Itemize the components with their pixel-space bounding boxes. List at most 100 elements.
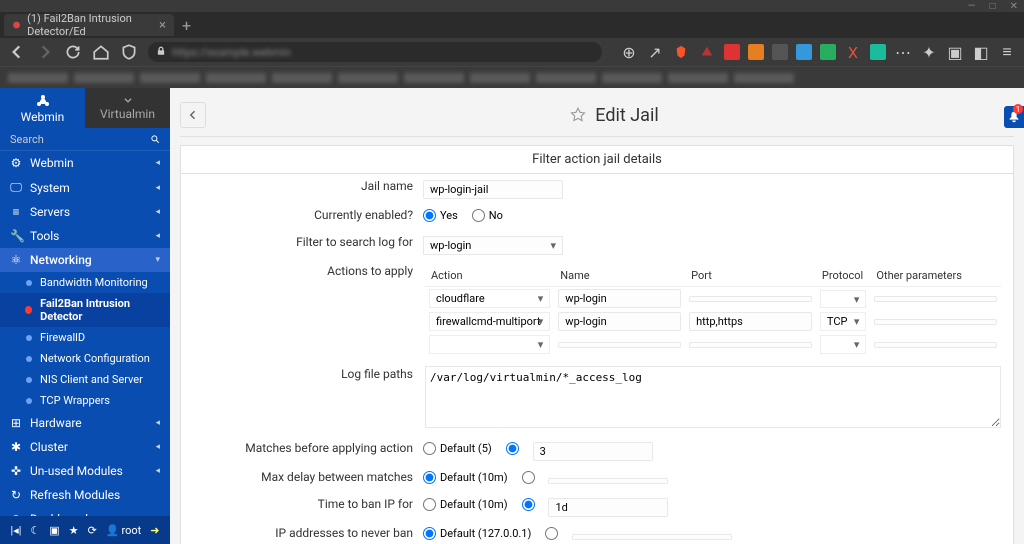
- matches-default-radio[interactable]: Default (5): [423, 442, 492, 455]
- product-logo[interactable]: Webmin: [0, 88, 85, 128]
- other-input[interactable]: [874, 319, 997, 325]
- sidebar-search[interactable]: [0, 128, 170, 151]
- action-select[interactable]: cloudflare: [429, 289, 550, 308]
- bookmark[interactable]: [8, 73, 68, 83]
- bookmark[interactable]: [404, 73, 464, 83]
- maxdelay-custom-radio[interactable]: [522, 471, 535, 484]
- enabled-yes-radio[interactable]: Yes: [423, 209, 458, 222]
- nav-webmin[interactable]: ⚙Webmin◂: [0, 151, 170, 175]
- sidebar-icon[interactable]: ▣: [946, 43, 964, 61]
- window-close[interactable]: ✕: [1010, 1, 1018, 12]
- ignore-custom-radio[interactable]: [545, 527, 558, 540]
- wallet-icon[interactable]: ◧: [972, 43, 990, 61]
- bookmark[interactable]: [470, 73, 530, 83]
- brave-icon[interactable]: [672, 43, 690, 61]
- other-input[interactable]: [874, 296, 997, 302]
- favorite-star-icon[interactable]: [569, 106, 587, 124]
- ext-menu-icon[interactable]: ⋯: [894, 43, 912, 61]
- ext-icon[interactable]: [870, 44, 886, 60]
- bookmark[interactable]: [668, 73, 728, 83]
- window-maximize[interactable]: □: [990, 1, 996, 12]
- action-select[interactable]: firewallcmd-multiport: [429, 312, 550, 331]
- action-port-input[interactable]: [689, 296, 812, 302]
- bookmark[interactable]: [536, 73, 596, 83]
- extensions-icon[interactable]: ✦: [920, 43, 938, 61]
- ext-icon[interactable]: [748, 44, 764, 60]
- action-port-input[interactable]: http,https: [689, 312, 812, 331]
- protocol-select[interactable]: [820, 335, 866, 354]
- protocol-select[interactable]: [820, 290, 866, 308]
- action-name-input[interactable]: wp-login: [558, 289, 681, 308]
- collapse-icon[interactable]: |◂|: [11, 524, 22, 537]
- other-input[interactable]: [874, 342, 997, 348]
- action-name-input[interactable]: [558, 342, 681, 348]
- enabled-no-radio[interactable]: No: [472, 209, 503, 222]
- matches-custom-radio[interactable]: [506, 442, 519, 455]
- window-minimize[interactable]: —: [968, 1, 976, 12]
- maxdelay-default-radio[interactable]: Default (10m): [423, 471, 508, 484]
- nav-hardware[interactable]: ⊞Hardware◂: [0, 411, 170, 435]
- bookmark[interactable]: [602, 73, 662, 83]
- nav-dashboard[interactable]: ◉Dashboard: [0, 507, 170, 516]
- star-icon[interactable]: ★: [69, 524, 79, 537]
- nav-cluster[interactable]: ✱Cluster◂: [0, 435, 170, 459]
- browser-tab[interactable]: (1) Fail2Ban Intrusion Detector/Ed ×: [4, 14, 174, 36]
- bookmark[interactable]: [140, 73, 200, 83]
- subnav-network-config[interactable]: Network Configuration: [0, 348, 170, 369]
- ext-icon[interactable]: ↗: [646, 43, 664, 61]
- log-paths-textarea[interactable]: [425, 366, 1001, 428]
- ext-icon[interactable]: [796, 44, 812, 60]
- bookmark[interactable]: [206, 73, 266, 83]
- subnav-firewalld[interactable]: FirewallD: [0, 327, 170, 348]
- menu-icon[interactable]: ≡: [998, 43, 1016, 61]
- action-port-input[interactable]: [689, 342, 812, 348]
- filter-select[interactable]: wp-login: [423, 236, 563, 255]
- matches-input[interactable]: 3: [533, 442, 653, 461]
- bookmark[interactable]: [74, 73, 134, 83]
- subnav-fail2ban[interactable]: Fail2Ban Intrusion Detector: [0, 293, 170, 327]
- bantime-input[interactable]: 1d: [548, 498, 668, 517]
- nav-reload-icon[interactable]: [64, 43, 82, 61]
- terminal-icon[interactable]: ▣: [49, 524, 59, 537]
- nav-unused[interactable]: ✜Un-used Modules◂: [0, 459, 170, 483]
- page-back-button[interactable]: [180, 102, 206, 128]
- bookmark[interactable]: [272, 73, 332, 83]
- nav-shield-icon[interactable]: [120, 43, 138, 61]
- ext-icon[interactable]: [724, 44, 740, 60]
- subnav-tcp-wrappers[interactable]: TCP Wrappers: [0, 390, 170, 411]
- nav-forward-icon[interactable]: [36, 43, 54, 61]
- subnav-bandwidth[interactable]: Bandwidth Monitoring: [0, 272, 170, 293]
- ext-icon[interactable]: [698, 43, 716, 61]
- new-tab-button[interactable]: +: [182, 16, 191, 35]
- maxdelay-input[interactable]: [548, 478, 668, 484]
- nav-back-icon[interactable]: [8, 43, 26, 61]
- tab-close-icon[interactable]: ×: [159, 18, 166, 33]
- ext-icon[interactable]: ⊕: [620, 43, 638, 61]
- bantime-default-radio[interactable]: Default (10m): [423, 498, 508, 511]
- nav-refresh-modules[interactable]: ↻Refresh Modules: [0, 483, 170, 507]
- product-alt[interactable]: Virtualmin: [85, 88, 170, 128]
- ext-icon[interactable]: [820, 44, 836, 60]
- ext-icon[interactable]: [772, 44, 788, 60]
- nav-tools[interactable]: 🔧Tools◂: [0, 224, 170, 248]
- nav-networking[interactable]: ⚛Networking▾: [0, 248, 170, 272]
- night-icon[interactable]: ☾: [30, 524, 40, 537]
- nav-servers[interactable]: ≡Servers◂: [0, 200, 170, 224]
- logout-icon[interactable]: ➜: [150, 524, 159, 537]
- action-name-input[interactable]: wp-login: [558, 312, 681, 331]
- url-bar[interactable]: https://example.webmin: [148, 42, 602, 62]
- bookmark[interactable]: [734, 73, 794, 83]
- bookmark[interactable]: [338, 73, 398, 83]
- protocol-select[interactable]: TCP: [820, 312, 866, 331]
- nav-system[interactable]: 🖵System◂: [0, 175, 170, 200]
- search-input[interactable]: [10, 133, 150, 146]
- ignore-input[interactable]: [572, 534, 732, 540]
- reload-icon[interactable]: ⟳: [88, 524, 97, 537]
- nav-home-icon[interactable]: [92, 43, 110, 61]
- ignore-default-radio[interactable]: Default (127.0.0.1): [423, 527, 531, 540]
- ext-icon[interactable]: X: [844, 43, 862, 61]
- bantime-custom-radio[interactable]: [522, 498, 535, 511]
- notification-bell[interactable]: 1: [1004, 106, 1024, 128]
- jail-name-input[interactable]: wp-login-jail: [423, 180, 563, 199]
- action-select[interactable]: [429, 335, 550, 354]
